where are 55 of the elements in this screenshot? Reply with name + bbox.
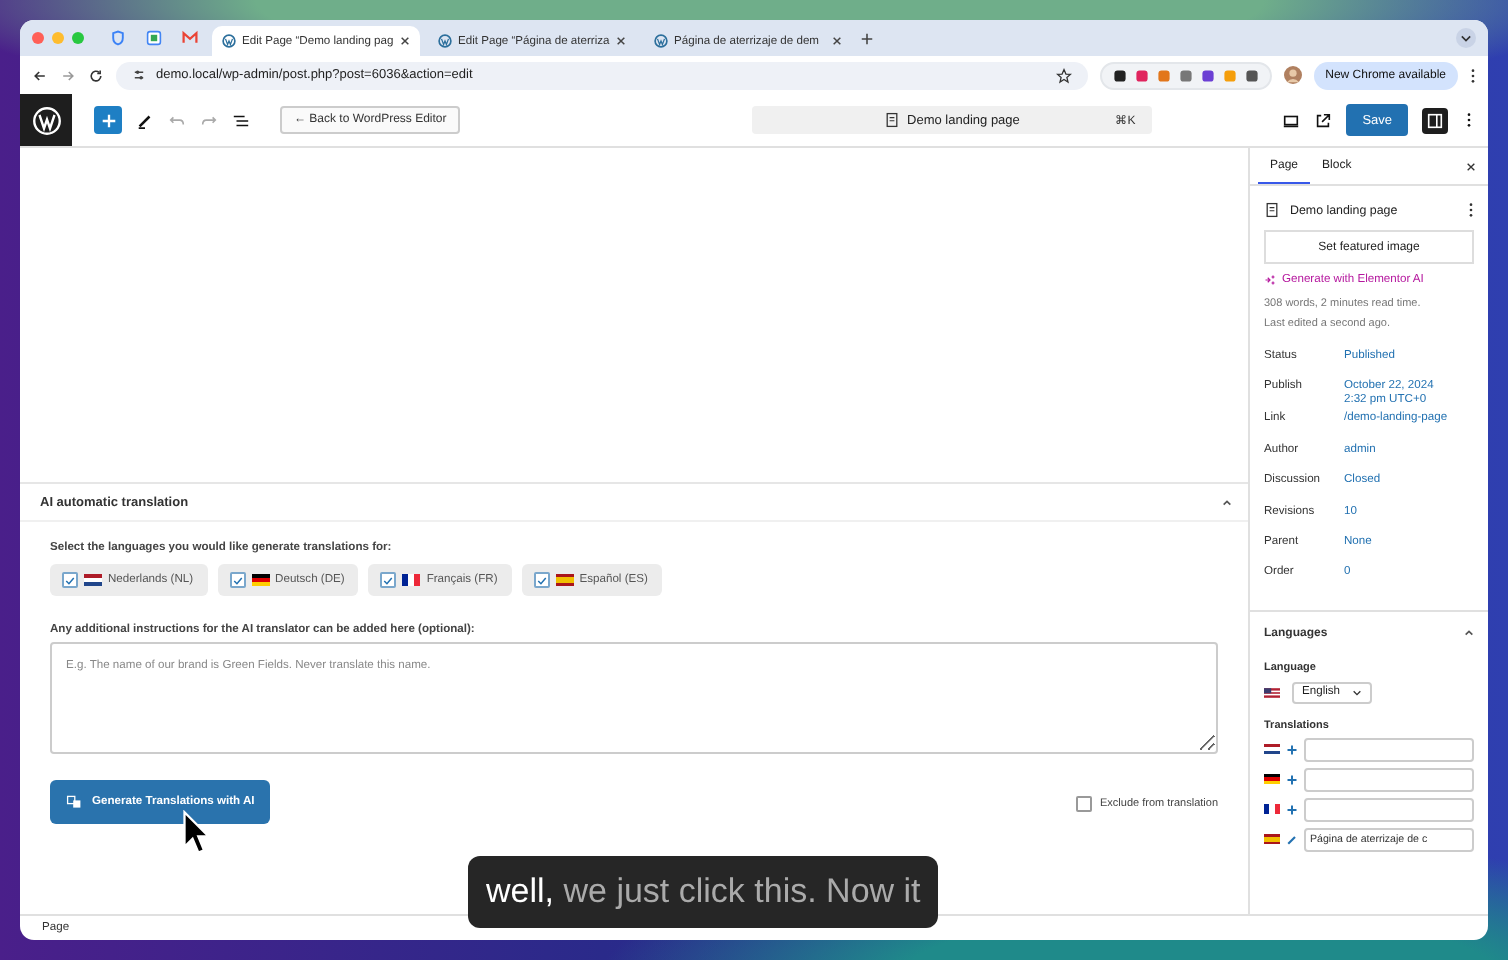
cursor-icon [182,810,210,856]
add-icon[interactable] [1286,803,1298,816]
subtitle-caption: well, we just click this. Now it [468,856,939,928]
add-icon[interactable] [1286,773,1298,786]
checkbox[interactable] [62,572,78,588]
translation-field[interactable] [1304,737,1474,762]
sparkle-icon [1264,274,1276,286]
sidebar-toggle-icon[interactable] [1422,107,1449,133]
checkbox[interactable] [533,572,550,588]
external-link-icon[interactable] [1314,111,1333,129]
tab-list-icon[interactable] [1456,28,1476,48]
checkbox[interactable] [229,572,246,588]
translate-icon [66,794,82,810]
back-icon[interactable] [32,67,48,83]
star-icon[interactable] [1055,67,1072,83]
new-tab-icon[interactable] [860,31,874,45]
add-icon[interactable] [1286,743,1298,756]
flag-icon [1264,774,1280,785]
forward-icon[interactable] [60,67,76,83]
collapse-icon[interactable] [1222,497,1232,507]
flag-icon [1264,804,1280,815]
wordpress-logo[interactable] [20,94,72,146]
plus-icon [99,111,117,129]
list-view-icon[interactable] [232,111,250,129]
flag-icon [1264,744,1280,755]
add-block-button[interactable] [94,106,122,134]
menu-icon[interactable] [1470,67,1476,83]
document-icon [883,112,900,128]
checkbox[interactable] [380,572,397,588]
close-icon[interactable] [400,36,410,46]
document-icon [1264,202,1280,218]
pen-icon[interactable] [136,111,154,129]
pencil-icon[interactable] [1286,833,1298,846]
mail-icon[interactable] [182,30,198,46]
shield-icon[interactable] [110,30,126,46]
close-icon[interactable] [1466,161,1476,171]
settings-icon[interactable] [132,68,146,82]
wordpress-icon [654,34,668,48]
wordpress-icon [438,34,452,48]
wordpress-icon [222,34,236,48]
app-icon[interactable] [146,30,162,46]
translation-field[interactable] [1304,797,1474,822]
collapse-icon[interactable] [1464,628,1474,639]
translation-field[interactable] [1304,767,1474,792]
close-icon[interactable] [832,36,842,46]
avatar-icon[interactable] [1283,66,1302,84]
options-icon[interactable] [1466,112,1473,128]
close-icon[interactable] [616,36,626,46]
flag-icon [1264,687,1280,698]
desktop-preview-icon[interactable] [1282,111,1301,129]
flag-icon [1264,834,1280,845]
checkbox[interactable] [1076,796,1092,812]
chevron-icon [1352,687,1362,698]
reload-icon[interactable] [88,67,104,83]
options-icon[interactable] [1468,202,1474,218]
